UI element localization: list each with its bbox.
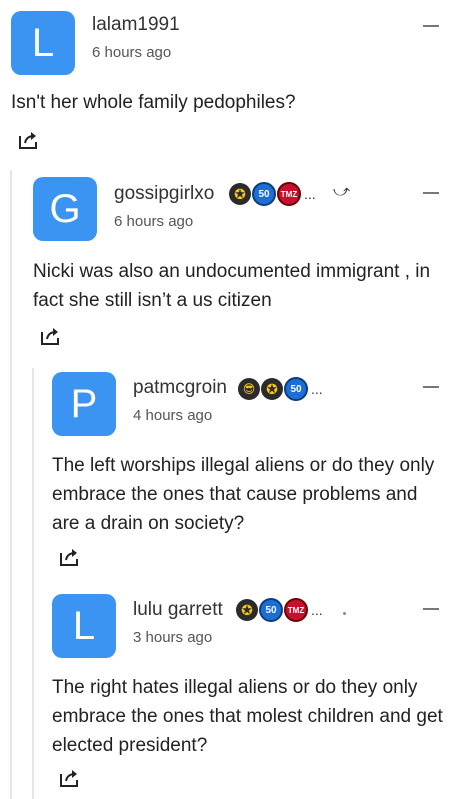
comment-text: The left worships illegal aliens or do t… <box>52 455 435 534</box>
comment-text: The right hates illegal aliens or do the… <box>52 677 443 756</box>
dot-indicator <box>343 612 346 615</box>
share-icon[interactable] <box>59 768 81 788</box>
thread-line <box>10 170 12 799</box>
reply-arrow-icon: ⤻ <box>333 183 351 200</box>
avatar-letter: L <box>72 603 96 648</box>
comment: L lalam1991 6 hours ago Isn't her whole … <box>0 0 459 160</box>
username[interactable]: lulu garrett <box>133 599 223 621</box>
collapse-icon[interactable] <box>423 192 439 194</box>
timestamp: 4 hours ago <box>133 407 213 424</box>
collapse-icon[interactable] <box>423 25 439 27</box>
avatar-letter: P <box>70 381 98 426</box>
share-icon[interactable] <box>18 130 40 150</box>
user-badges: ✪ 50 TMZ ... <box>229 182 316 206</box>
comment-text: Nicki was also an undocumented immigrant… <box>33 261 431 311</box>
timestamp: 6 hours ago <box>114 213 194 230</box>
avatar[interactable]: G <box>33 177 97 241</box>
more-badges: ... <box>311 381 323 397</box>
more-badges: ... <box>311 602 323 618</box>
share-icon[interactable] <box>59 547 81 567</box>
thread-line <box>32 368 34 799</box>
tmz-badge-icon: TMZ <box>277 182 301 206</box>
avatar[interactable]: L <box>52 594 116 658</box>
timestamp: 6 hours ago <box>92 44 172 61</box>
avatar[interactable]: L <box>11 11 75 75</box>
star-badge-icon: ✪ <box>261 378 283 400</box>
star-badge-icon: ✪ <box>236 599 258 621</box>
star-badge-icon: ✪ <box>229 183 251 205</box>
collapse-icon[interactable] <box>423 608 439 610</box>
more-badges: ... <box>304 186 316 202</box>
share-icon[interactable] <box>40 326 62 346</box>
avatar[interactable]: P <box>52 372 116 436</box>
user-badges: 😎 ✪ 50 ... <box>238 377 323 401</box>
username[interactable]: gossipgirlxo <box>114 183 214 205</box>
timestamp: 3 hours ago <box>133 629 213 646</box>
fifty-badge-icon: 50 <box>259 598 283 622</box>
avatar-letter: G <box>49 186 81 231</box>
username[interactable]: lalam1991 <box>92 14 180 36</box>
comment-text: Isn't her whole family pedophiles? <box>11 92 296 113</box>
user-badges: ✪ 50 TMZ ... <box>236 598 323 622</box>
avatar-letter: L <box>31 20 55 65</box>
collapse-icon[interactable] <box>423 386 439 388</box>
sunglasses-badge-icon: 😎 <box>238 378 260 400</box>
tmz-badge-icon: TMZ <box>284 598 308 622</box>
username[interactable]: patmcgroin <box>133 377 227 399</box>
fifty-badge-icon: 50 <box>252 182 276 206</box>
fifty-badge-icon: 50 <box>284 377 308 401</box>
